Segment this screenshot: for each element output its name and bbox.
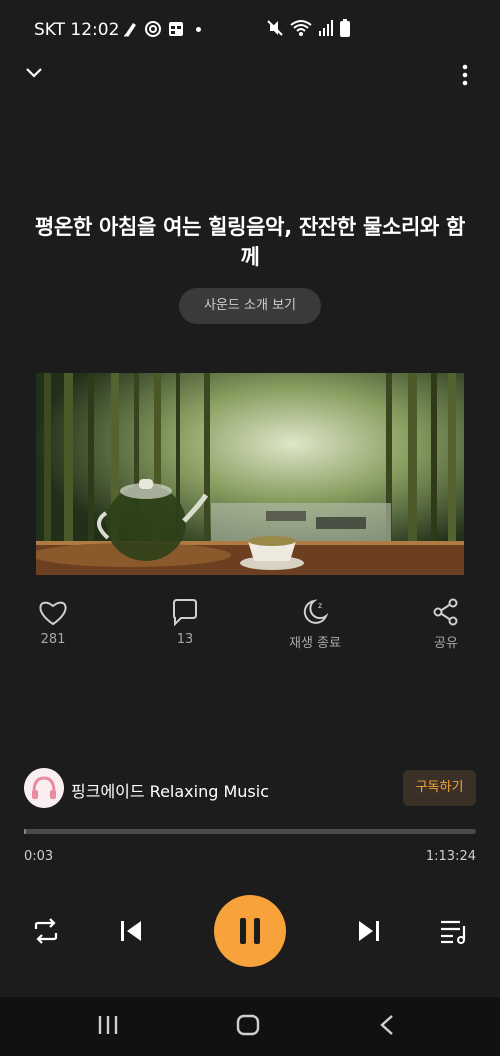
- wifi-icon: [290, 20, 312, 36]
- current-time: 0:03: [24, 849, 54, 864]
- track-title: 평온한 아침을 여는 힐링음악, 잔잔한 물소리와 함께: [34, 215, 466, 269]
- sleep-timer-label: 재생 종료: [289, 636, 341, 651]
- headphones-avatar-icon: [24, 768, 64, 808]
- image-icon: [169, 22, 183, 36]
- channel-name[interactable]: 핑크에이드 Relaxing Music: [71, 778, 269, 802]
- signal-icon: [319, 20, 333, 36]
- total-time: 1:13:24: [425, 849, 476, 864]
- skip-next-icon[interactable]: [357, 919, 381, 943]
- heart-icon: [39, 601, 67, 626]
- track-artwork: [36, 373, 464, 575]
- channel-avatar[interactable]: [24, 768, 64, 808]
- pen-icon: [124, 23, 136, 37]
- pause-icon: [240, 918, 260, 944]
- status-left-icons: [122, 20, 201, 38]
- progress-fill: [24, 829, 26, 834]
- playlist-icon[interactable]: [440, 918, 468, 944]
- like-action[interactable]: 281: [13, 598, 93, 647]
- dot-icon: [196, 26, 201, 32]
- comment-icon: [173, 599, 197, 626]
- home-icon[interactable]: [236, 1014, 260, 1036]
- status-time: SKT 12:02: [34, 20, 120, 40]
- settings-gear-icon: [145, 21, 161, 37]
- subscribe-button[interactable]: 구독하기: [403, 770, 476, 806]
- sound-intro-button[interactable]: 사운드 소개 보기: [179, 288, 321, 324]
- share-label: 공유: [434, 636, 458, 651]
- back-icon[interactable]: [379, 1014, 395, 1036]
- repeat-icon[interactable]: [32, 918, 60, 944]
- comment-count: 13: [176, 632, 194, 647]
- chevron-down-icon[interactable]: [25, 66, 43, 80]
- like-count: 281: [40, 632, 66, 647]
- recent-apps-icon[interactable]: [97, 1015, 119, 1035]
- svg-text:z: z: [318, 601, 322, 610]
- sleep-timer-action[interactable]: z 재생 종료: [275, 598, 355, 651]
- progress-bar[interactable]: [24, 829, 476, 834]
- status-bar: SKT 12:02: [0, 0, 500, 60]
- share-action[interactable]: 공유: [406, 598, 486, 651]
- moon-sleep-icon: z: [303, 599, 329, 624]
- mute-icon: [267, 20, 283, 36]
- play-pause-button[interactable]: [214, 895, 286, 967]
- share-icon: [433, 598, 458, 626]
- skip-previous-icon[interactable]: [119, 919, 143, 943]
- status-right-icons: [266, 19, 350, 37]
- more-vert-icon[interactable]: [460, 64, 470, 86]
- system-nav-bar: [0, 997, 500, 1056]
- battery-icon: [340, 19, 350, 37]
- comment-action[interactable]: 13: [145, 598, 225, 647]
